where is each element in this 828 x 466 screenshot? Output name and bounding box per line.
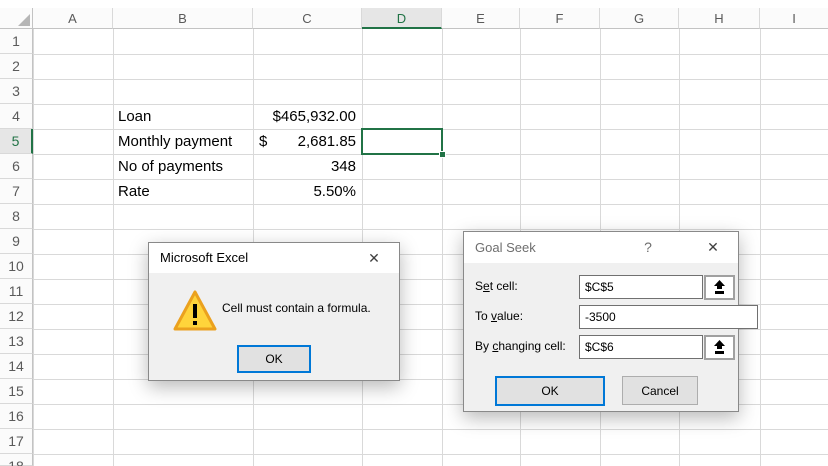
alert-title: Microsoft Excel <box>160 250 248 265</box>
by-changing-cell-row: By changing cell: <box>464 335 738 360</box>
help-icon[interactable]: ? <box>638 232 658 262</box>
row-header-15[interactable]: 15 <box>0 379 33 404</box>
currency-symbol: $ <box>259 129 267 154</box>
alert-body: Cell must contain a formula. OK <box>149 273 399 381</box>
cell-B7[interactable]: Rate <box>113 179 253 204</box>
warning-icon <box>173 290 217 332</box>
row-header-9[interactable]: 9 <box>0 229 33 254</box>
gridline <box>442 29 443 466</box>
goal-seek-ok-button[interactable]: OK <box>495 376 605 406</box>
gridline <box>33 79 828 80</box>
excel-alert-dialog: Microsoft Excel ✕ Cell must contain a fo… <box>148 242 400 381</box>
row-header-2[interactable]: 2 <box>0 54 33 79</box>
row-header-16[interactable]: 16 <box>0 404 33 429</box>
set-cell-row: Set cell: <box>464 275 738 300</box>
column-header-G[interactable]: G <box>600 8 679 29</box>
gridline <box>33 54 828 55</box>
collapse-dialog-icon[interactable] <box>704 275 735 300</box>
set-cell-input[interactable] <box>579 275 703 299</box>
gridline <box>760 29 761 466</box>
row-header-14[interactable]: 14 <box>0 354 33 379</box>
excel-window: ABCDEFGHI123456789101112131415161718 Loa… <box>0 0 828 466</box>
cell-C6[interactable]: 348 <box>253 154 362 179</box>
active-cell-selection-D5[interactable] <box>361 128 443 155</box>
goal-seek-titlebar[interactable]: Goal Seek ? ✕ <box>464 232 738 263</box>
to-value-label: To value: <box>475 309 523 323</box>
row-header-4[interactable]: 4 <box>0 104 33 129</box>
column-header-H[interactable]: H <box>679 8 760 29</box>
cell-B4[interactable]: Loan <box>113 104 253 129</box>
by-changing-cell-label: By changing cell: <box>475 339 566 353</box>
close-icon[interactable]: ✕ <box>359 243 389 273</box>
cell-C5-amount: 2,681.85 <box>298 129 356 154</box>
column-header-B[interactable]: B <box>113 8 253 29</box>
column-header-C[interactable]: C <box>253 8 362 29</box>
cell-B5[interactable]: Monthly payment <box>113 129 253 154</box>
goal-seek-title: Goal Seek <box>475 240 536 255</box>
alert-titlebar[interactable]: Microsoft Excel ✕ <box>149 243 399 273</box>
row-header-11[interactable]: 11 <box>0 279 33 304</box>
gridline <box>33 229 828 230</box>
row-header-1[interactable]: 1 <box>0 29 33 54</box>
row-header-10[interactable]: 10 <box>0 254 33 279</box>
row-header-12[interactable]: 12 <box>0 304 33 329</box>
to-value-row: To value: <box>464 305 738 330</box>
by-changing-cell-input[interactable] <box>579 335 703 359</box>
gridline <box>113 29 114 466</box>
column-header-I[interactable]: I <box>760 8 828 29</box>
column-header-D[interactable]: D <box>362 8 442 29</box>
row-header-17[interactable]: 17 <box>0 429 33 454</box>
fill-handle[interactable] <box>439 151 446 158</box>
row-header-5[interactable]: 5 <box>0 129 33 154</box>
cell-C5[interactable]: $ 2,681.85 <box>253 129 362 154</box>
goal-seek-cancel-button[interactable]: Cancel <box>622 376 698 405</box>
select-all-triangle-icon <box>18 14 30 26</box>
set-cell-label: Set cell: <box>475 279 518 293</box>
collapse-dialog-icon[interactable] <box>704 335 735 360</box>
close-icon[interactable]: ✕ <box>698 232 728 262</box>
row-header-13[interactable]: 13 <box>0 329 33 354</box>
column-header-A[interactable]: A <box>33 8 113 29</box>
goal-seek-dialog: Goal Seek ? ✕ Set cell: To value: By cha… <box>463 231 739 412</box>
column-header-E[interactable]: E <box>442 8 520 29</box>
row-header-8[interactable]: 8 <box>0 204 33 229</box>
gridline <box>33 454 828 455</box>
gridline <box>33 429 828 430</box>
cell-C4[interactable]: $465,932.00 <box>253 104 362 129</box>
gridline <box>33 204 828 205</box>
row-header-6[interactable]: 6 <box>0 154 33 179</box>
row-header-18[interactable]: 18 <box>0 454 33 466</box>
to-value-input[interactable] <box>579 305 758 329</box>
row-header-7[interactable]: 7 <box>0 179 33 204</box>
alert-ok-button[interactable]: OK <box>237 345 311 373</box>
gridline <box>33 29 34 466</box>
cell-C7[interactable]: 5.50% <box>253 179 362 204</box>
row-header-3[interactable]: 3 <box>0 79 33 104</box>
column-header-F[interactable]: F <box>520 8 600 29</box>
select-all-corner[interactable] <box>0 8 33 29</box>
cell-B6[interactable]: No of payments <box>113 154 253 179</box>
alert-message: Cell must contain a formula. <box>222 301 392 315</box>
